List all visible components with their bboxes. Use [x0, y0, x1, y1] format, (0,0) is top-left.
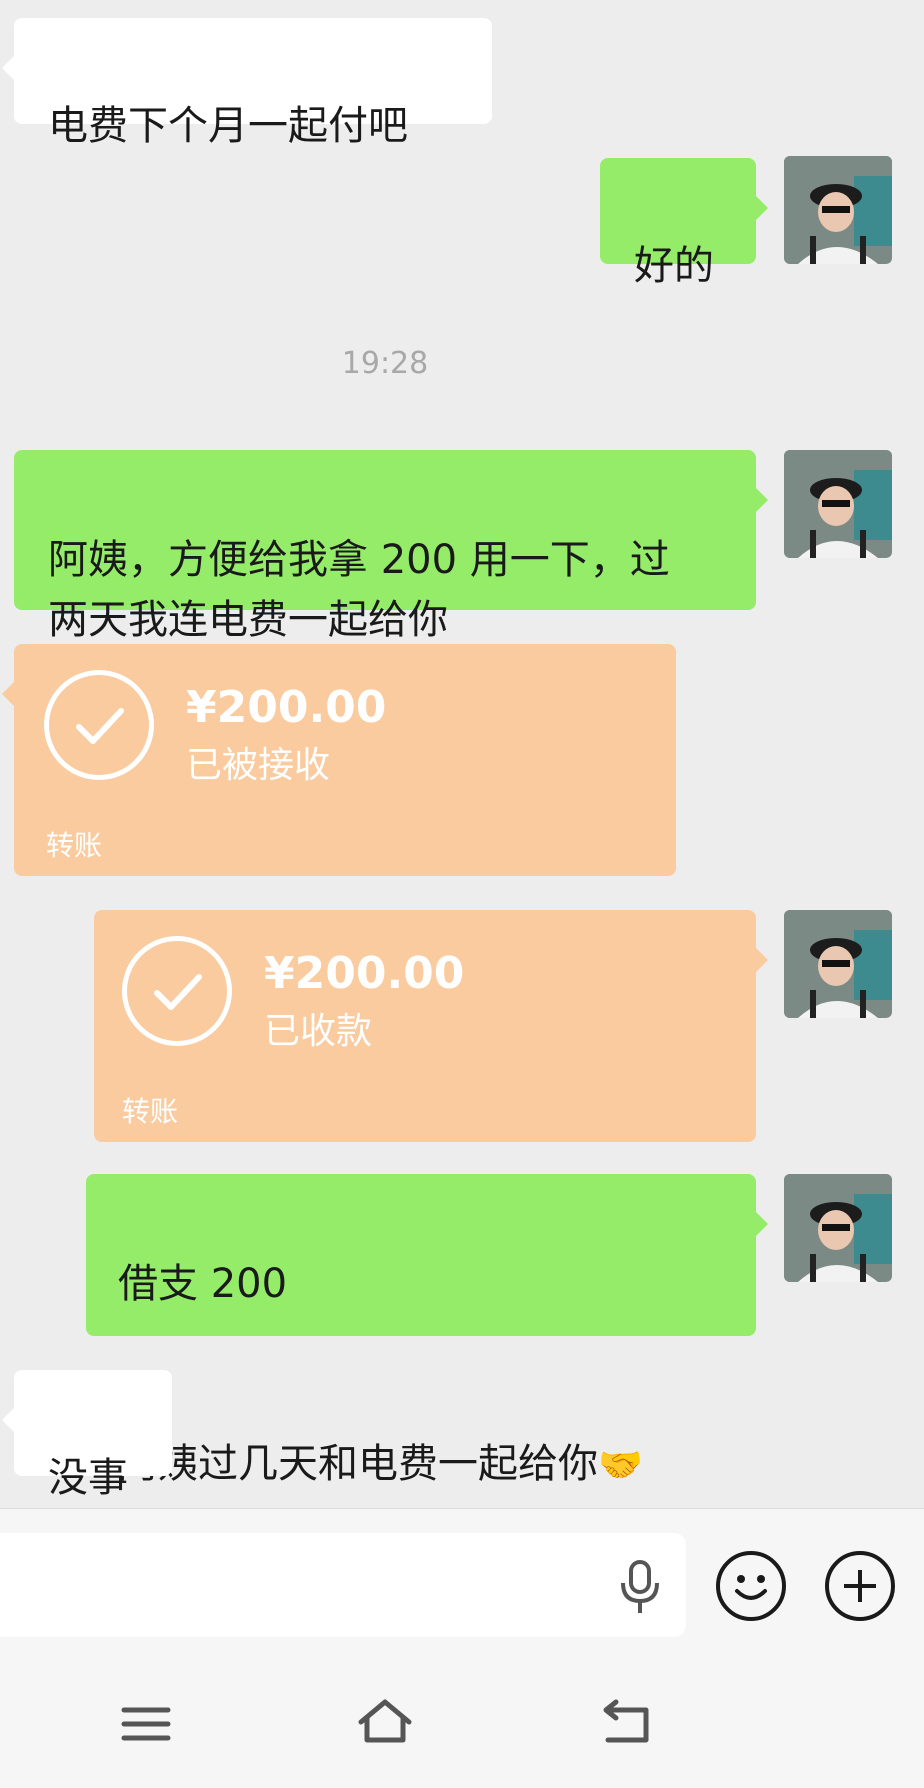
avatar[interactable]: [784, 910, 892, 1018]
message-text-line: 借支 200: [118, 1261, 288, 1307]
handshake-emoji: 🤝: [598, 1445, 643, 1486]
transfer-amount: ¥200.00: [264, 948, 465, 999]
message-text: 电费下个月一起付吧: [48, 103, 408, 149]
check-circle-icon: [44, 670, 154, 780]
transfer-card-received[interactable]: ¥200.00 已被接收 转账: [2, 644, 676, 876]
avatar-photo-icon: [784, 1174, 892, 1282]
transfer-amount: ¥200.00: [186, 682, 387, 733]
message-input[interactable]: [0, 1533, 686, 1637]
microphone-icon[interactable]: [618, 1559, 662, 1615]
plus-icon[interactable]: [825, 1551, 895, 1621]
navigation-bar: [0, 1638, 924, 1788]
message-bubble-received[interactable]: 没事: [2, 1370, 172, 1501]
input-bar: [0, 1508, 924, 1639]
avatar[interactable]: [784, 156, 892, 264]
avatar[interactable]: [784, 450, 892, 558]
transfer-label: 转账: [46, 829, 103, 862]
back-icon[interactable]: [598, 1696, 654, 1746]
timestamp: 19:28: [341, 346, 429, 381]
message-bubble-sent[interactable]: 阿姨，方便给我拿 200 用一下，过 两天我连电费一起给你: [14, 450, 768, 643]
home-icon[interactable]: [355, 1696, 415, 1746]
message-text: 没事: [48, 1455, 128, 1501]
avatar-photo-icon: [784, 156, 892, 264]
transfer-status: 已被接收: [186, 745, 331, 786]
message-text: 阿姨，方便给我拿 200 用一下，过 两天我连电费一起给你: [48, 537, 670, 643]
avatar[interactable]: [784, 1174, 892, 1282]
message-text: 好的: [634, 243, 714, 289]
transfer-status: 已收款: [264, 1011, 373, 1052]
message-bubble-sent[interactable]: 好的: [600, 158, 768, 289]
avatar-photo-icon: [784, 450, 892, 558]
smiley-icon[interactable]: [716, 1551, 786, 1621]
avatar-photo-icon: [784, 910, 892, 1018]
message-text-line: 阿姨过几天和电费一起给你🤝: [118, 1374, 724, 1496]
message-bubble-received[interactable]: 电费下个月一起付吧: [2, 18, 492, 149]
transfer-label: 转账: [122, 1095, 179, 1128]
check-circle-icon: [122, 936, 232, 1046]
menu-icon[interactable]: [121, 1704, 171, 1744]
message-text: 阿姨过几天和电费一起给你: [118, 1441, 598, 1487]
transfer-card-sent[interactable]: ¥200.00 已收款 转账: [94, 910, 768, 1142]
message-bubble-sent[interactable]: 借支 200 阿姨过几天和电费一起给你🤝: [86, 1174, 768, 1487]
